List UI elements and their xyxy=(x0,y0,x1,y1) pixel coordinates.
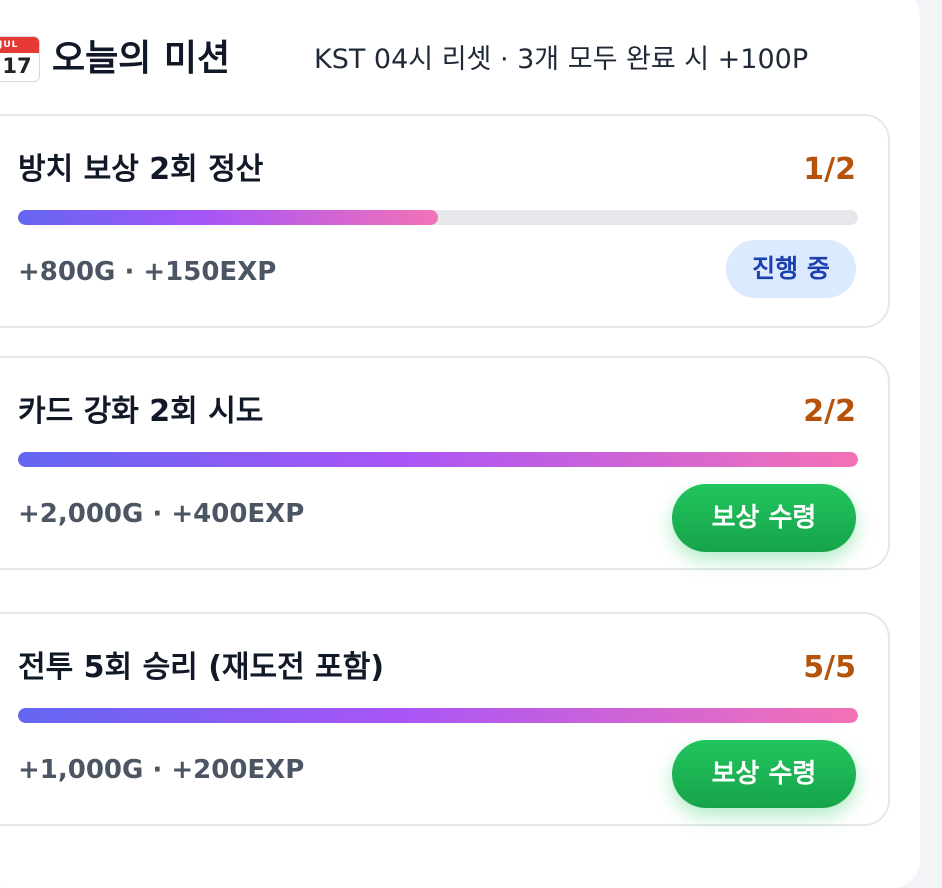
mission-progress-fill xyxy=(18,452,858,467)
mission-name: 전투 5회 승리 (재도전 포함) xyxy=(18,650,385,685)
mission-reward: +800G · +150EXP xyxy=(18,257,277,287)
mission-progress-count: 1/2 xyxy=(803,152,856,187)
mission-progress-bar xyxy=(18,210,858,225)
mission-card: 방치 보상 2회 정산 1/2 +800G · +150EXP 진행 중 xyxy=(0,114,890,328)
mission-progress-count: 2/2 xyxy=(803,394,856,429)
mission-card: 카드 강화 2회 시도 2/2 +2,000G · +400EXP 보상 수령 xyxy=(0,356,890,570)
claim-reward-button[interactable]: 보상 수령 xyxy=(672,484,856,552)
missions-header: JUL 17 오늘의 미션 KST 04시 리셋 · 3개 모두 완료 시 +1… xyxy=(0,30,942,90)
reset-info: KST 04시 리셋 · 3개 모두 완료 시 +100P xyxy=(314,44,809,75)
page-title: 오늘의 미션 xyxy=(52,38,231,79)
claim-reward-button[interactable]: 보상 수령 xyxy=(672,740,856,808)
calendar-icon: JUL 17 xyxy=(0,36,40,82)
status-badge: 진행 중 xyxy=(726,240,856,298)
mission-reward: +1,000G · +200EXP xyxy=(18,755,305,785)
mission-name: 방치 보상 2회 정산 xyxy=(18,152,264,187)
mission-progress-bar xyxy=(18,708,858,723)
mission-progress-count: 5/5 xyxy=(803,650,856,685)
mission-progress-bar xyxy=(18,452,858,467)
mission-progress-fill xyxy=(18,210,438,225)
calendar-day: 17 xyxy=(2,54,32,78)
calendar-month: JUL xyxy=(0,37,39,53)
page-background xyxy=(920,0,942,875)
mission-reward: +2,000G · +400EXP xyxy=(18,499,305,529)
mission-progress-fill xyxy=(18,708,858,723)
mission-name: 카드 강화 2회 시도 xyxy=(18,394,264,429)
mission-card: 전투 5회 승리 (재도전 포함) 5/5 +1,000G · +200EXP … xyxy=(0,612,890,826)
